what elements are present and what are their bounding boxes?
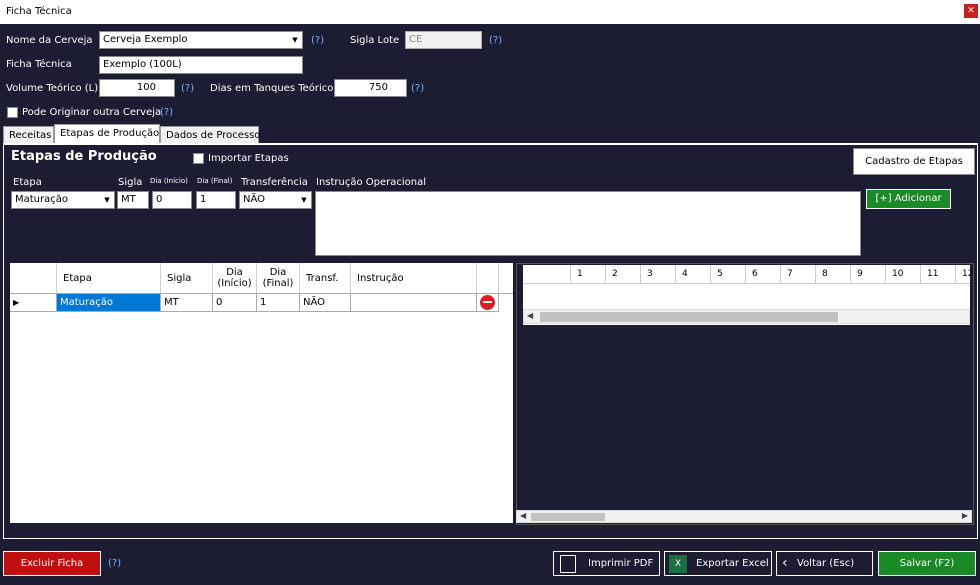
dia-final-input[interactable]: 1 bbox=[196, 191, 236, 209]
bottom-scroll-thumb[interactable] bbox=[531, 513, 605, 521]
timeline-day-header: 2 bbox=[606, 265, 641, 284]
transferencia-select-value: NÃO bbox=[243, 194, 266, 205]
voltar-button[interactable]: ‹ Voltar (Esc) bbox=[776, 551, 873, 576]
chevron-down-icon: ▼ bbox=[297, 192, 311, 208]
grid-cell-instrucao[interactable] bbox=[351, 294, 477, 312]
timeline-day-header: 12 bbox=[956, 265, 980, 284]
arrow-left-icon: ‹ bbox=[782, 555, 788, 571]
grid-cell-dia-inicio[interactable]: 0 bbox=[213, 294, 257, 312]
chevron-right-icon[interactable]: ▶ bbox=[962, 511, 968, 520]
sigla-label: Sigla bbox=[118, 177, 143, 188]
etapa-label: Etapa bbox=[13, 177, 42, 188]
salvar-button[interactable]: Salvar (F2) bbox=[878, 551, 976, 576]
ficha-tecnica-input[interactable]: Exemplo (100L) bbox=[99, 56, 303, 74]
delete-row-icon[interactable] bbox=[480, 295, 495, 310]
volume-teorico-label: Volume Teórico (L) bbox=[6, 83, 99, 94]
grid-cell-dia-final[interactable]: 1 bbox=[257, 294, 300, 312]
timeline-day-header: 3 bbox=[641, 265, 676, 284]
instrucao-label: Instrução Operacional bbox=[316, 177, 427, 188]
timeline-day-header: 11 bbox=[921, 265, 956, 284]
timeline-scroll-thumb[interactable] bbox=[540, 312, 838, 322]
grid-col-action bbox=[477, 263, 499, 293]
help-link-pode[interactable]: (?) bbox=[160, 107, 173, 118]
excel-icon: X bbox=[669, 555, 687, 573]
timeline-bottom-scrollbar[interactable]: ◀ ▶ bbox=[516, 510, 972, 523]
grid-col-transf[interactable]: Transf. bbox=[300, 263, 351, 293]
cadastro-etapas-button[interactable]: Cadastro de Etapas bbox=[853, 148, 975, 175]
ficha-tecnica-label: Ficha Técnica bbox=[6, 59, 72, 70]
adicionar-button[interactable]: [+] Adicionar bbox=[866, 189, 951, 209]
importar-etapas-label: Importar Etapas bbox=[208, 153, 289, 164]
timeline-grid: 1 2 3 4 5 6 7 8 9 10 11 12 ◀ bbox=[523, 265, 973, 325]
pode-originar-checkbox[interactable] bbox=[7, 107, 18, 118]
etapas-title: Etapas de Produção bbox=[11, 149, 157, 164]
excluir-ficha-button[interactable]: Excluir Ficha bbox=[3, 551, 101, 576]
exportar-excel-label: Exportar Excel bbox=[696, 558, 769, 569]
sigla-lote-input[interactable]: CE bbox=[405, 31, 482, 49]
window-title: Ficha Técnica bbox=[0, 0, 980, 24]
pode-originar-label: Pode Originar outra Cerveja bbox=[22, 107, 162, 118]
grid-cell-etapa[interactable]: Maturação bbox=[57, 294, 161, 312]
transferencia-label: Transferência bbox=[241, 177, 308, 188]
timeline-day-header: 9 bbox=[851, 265, 886, 284]
timeline-corner bbox=[523, 265, 571, 284]
imprimir-pdf-button[interactable]: Imprimir PDF bbox=[553, 551, 660, 576]
dias-tanques-input[interactable]: 750 bbox=[334, 79, 407, 97]
dias-tanques-label: Dias em Tanques Teórico bbox=[210, 83, 334, 94]
etapa-select[interactable]: Maturação ▼ bbox=[11, 191, 115, 209]
grid-col-etapa[interactable]: Etapa bbox=[57, 263, 161, 293]
timeline-day-header: 5 bbox=[711, 265, 746, 284]
timeline-day-header: 6 bbox=[746, 265, 781, 284]
grid-row-selector[interactable]: ▶ bbox=[10, 294, 57, 312]
timeline-day-header: 7 bbox=[781, 265, 816, 284]
chevron-left-icon[interactable]: ◀ bbox=[527, 311, 533, 320]
dia-inicio-input[interactable]: 0 bbox=[152, 191, 192, 209]
close-icon[interactable]: ✕ bbox=[964, 4, 978, 18]
tab-receitas[interactable]: Receitas bbox=[3, 126, 54, 144]
timeline-day-header: 8 bbox=[816, 265, 851, 284]
grid-rowheader-col bbox=[10, 263, 57, 293]
help-link-nome[interactable]: (?) bbox=[311, 35, 324, 46]
timeline-day-header: 1 bbox=[571, 265, 606, 284]
help-link-dias[interactable]: (?) bbox=[411, 83, 424, 94]
grid-col-sigla[interactable]: Sigla bbox=[161, 263, 213, 293]
voltar-label: Voltar (Esc) bbox=[797, 558, 855, 569]
etapa-select-value: Maturação bbox=[15, 194, 68, 205]
timeline-day-header: 10 bbox=[886, 265, 921, 284]
etapas-grid: Etapa Sigla Dia (Início) Dia (Final) Tra… bbox=[10, 263, 513, 523]
grid-col-dia-final[interactable]: Dia (Final) bbox=[257, 263, 300, 293]
chevron-down-icon: ▼ bbox=[288, 32, 302, 48]
chevron-down-icon: ▼ bbox=[100, 192, 114, 208]
grid-cell-transf[interactable]: NÃO bbox=[300, 294, 351, 312]
tab-dados-processo[interactable]: Dados de Processo bbox=[160, 126, 260, 144]
help-link-sigla[interactable]: (?) bbox=[489, 35, 502, 46]
sigla-lote-label: Sigla Lote bbox=[350, 35, 400, 46]
sigla-input[interactable]: MT bbox=[117, 191, 149, 209]
timeline-day-header: 4 bbox=[676, 265, 711, 284]
dia-inicio-label: Dia (Início) bbox=[150, 177, 188, 185]
grid-cell-delete bbox=[477, 294, 499, 312]
nome-cerveja-label: Nome da Cerveja bbox=[6, 35, 93, 46]
grid-col-dia-inicio[interactable]: Dia (Início) bbox=[213, 263, 257, 293]
instrucao-textarea[interactable] bbox=[315, 191, 861, 256]
imprimir-pdf-label: Imprimir PDF bbox=[588, 558, 654, 569]
transferencia-select[interactable]: NÃO ▼ bbox=[239, 191, 312, 209]
timeline-hscrollbar[interactable]: ◀ bbox=[523, 309, 970, 324]
dia-final-label: Dia (Final) bbox=[197, 177, 233, 185]
pdf-chart-icon bbox=[560, 555, 576, 573]
exportar-excel-button[interactable]: X Exportar Excel bbox=[664, 551, 772, 576]
help-link-volume[interactable]: (?) bbox=[181, 83, 194, 94]
nome-cerveja-value: Cerveja Exemplo bbox=[103, 34, 188, 45]
chevron-left-icon[interactable]: ◀ bbox=[520, 511, 526, 520]
nome-cerveja-select[interactable]: Cerveja Exemplo ▼ bbox=[99, 31, 303, 49]
help-link-footer[interactable]: (?) bbox=[108, 558, 121, 569]
importar-etapas-checkbox[interactable] bbox=[193, 153, 204, 164]
volume-teorico-input[interactable]: 100 bbox=[99, 79, 175, 97]
grid-cell-sigla[interactable]: MT bbox=[161, 294, 213, 312]
grid-col-instrucao[interactable]: Instrução bbox=[351, 263, 477, 293]
tab-etapas-producao[interactable]: Etapas de Produção bbox=[54, 124, 160, 144]
